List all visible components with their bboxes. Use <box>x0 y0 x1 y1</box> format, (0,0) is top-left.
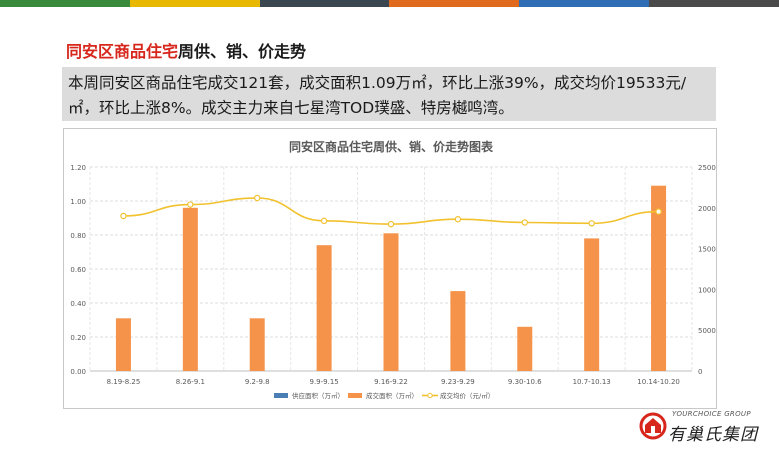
line-point <box>187 201 194 208</box>
bar-transaction-area <box>517 326 533 371</box>
stripe-segment <box>389 0 520 7</box>
y-left-tick-label: 0.40 <box>70 300 86 308</box>
stripe-segment <box>129 0 260 7</box>
chart-frame: 同安区商品住宅周供、销、价走势图表 0.00 0.20 0.40 0.60 0.80 1.0… <box>63 128 717 409</box>
y-right-tick-label: 15000 <box>698 246 716 254</box>
x-tick-label: 9.16-9.22 <box>374 378 408 386</box>
line-point <box>588 220 595 227</box>
x-tick-label: 9.30-10.6 <box>508 378 542 386</box>
chart-title: 同安区商品住宅周供、销、价走势图表 <box>289 139 494 154</box>
bar-transaction-area <box>450 291 466 371</box>
legend-swatch-point <box>427 392 433 399</box>
line-point <box>387 220 395 228</box>
logo-english-text: YOURCHOICE GROUP <box>672 410 751 418</box>
line-point <box>655 208 662 215</box>
y-right-tick-label: 0 <box>698 368 702 376</box>
legend-label: 供应面积（万㎡） <box>292 391 344 400</box>
line-point <box>454 216 462 223</box>
y-right-tick-label: 5000 <box>698 327 716 335</box>
combo-chart: 同安区商品住宅周供、销、价走势图表 0.00 0.20 0.40 0.60 0.80 1.0… <box>70 139 716 400</box>
company-logo: YOURCHOICE GROUP 有巢氏集团 <box>638 409 778 449</box>
legend-swatch <box>274 393 288 398</box>
y-right-tick-label: 20000 <box>698 205 716 213</box>
line-point <box>120 212 127 220</box>
y-left-tick-label: 1.20 <box>70 164 86 172</box>
bar-transaction-area <box>584 238 600 371</box>
stripe-segment <box>259 0 390 7</box>
x-tick-label: 9.9-9.15 <box>309 378 338 386</box>
x-tick-label: 10.14-10.20 <box>637 378 680 386</box>
bar-transaction-area <box>115 318 131 371</box>
page-title-highlight: 同安区商品住宅 <box>66 42 179 61</box>
top-color-stripe <box>0 0 779 7</box>
summary-text: 本周同安区商品住宅成交121套，成交面积1.09万㎡，环比上涨39%，成交均价1… <box>62 67 716 121</box>
bar-transaction-area <box>182 207 198 371</box>
bar-transaction-area <box>316 245 332 371</box>
bar-transaction-area <box>383 233 399 371</box>
y-right-tick-label: 10000 <box>698 286 716 294</box>
y-left-tick-label: 1.00 <box>70 198 86 206</box>
y-left-tick-label: 0.60 <box>70 266 86 274</box>
legend-swatch <box>348 393 362 398</box>
stripe-segment <box>649 0 779 7</box>
x-tick-label: 8.19-8.25 <box>107 378 141 386</box>
line-point <box>521 219 528 226</box>
line-avg-price <box>123 197 659 225</box>
page-title: 同安区商品住宅周供、销、价走势 <box>66 38 306 62</box>
line-point <box>320 217 328 225</box>
x-tick-label: 9.23-9.29 <box>441 378 475 386</box>
legend-label: 成交均价（元/㎡） <box>440 391 494 400</box>
stripe-segment <box>0 0 130 7</box>
stripe-segment <box>519 0 650 7</box>
y-right-tick-label: 25000 <box>698 164 716 172</box>
line-point <box>254 194 261 202</box>
y-left-tick-label: 0.20 <box>70 334 86 342</box>
x-tick-label: 9.2-9.8 <box>245 378 270 386</box>
x-tick-label: 8.26-9.1 <box>176 378 205 386</box>
logo-chinese-text: 有巢氏集团 <box>668 425 758 445</box>
x-tick-label: 10.7-10.13 <box>573 378 611 386</box>
legend-label: 成交面积（万㎡） <box>366 391 418 400</box>
bar-transaction-area <box>249 318 265 371</box>
y-left-tick-label: 0.80 <box>70 232 86 240</box>
page-title-rest: 周供、销、价走势 <box>178 42 307 61</box>
logo-mark-icon <box>639 412 667 440</box>
y-left-tick-label: 0.00 <box>70 368 86 376</box>
